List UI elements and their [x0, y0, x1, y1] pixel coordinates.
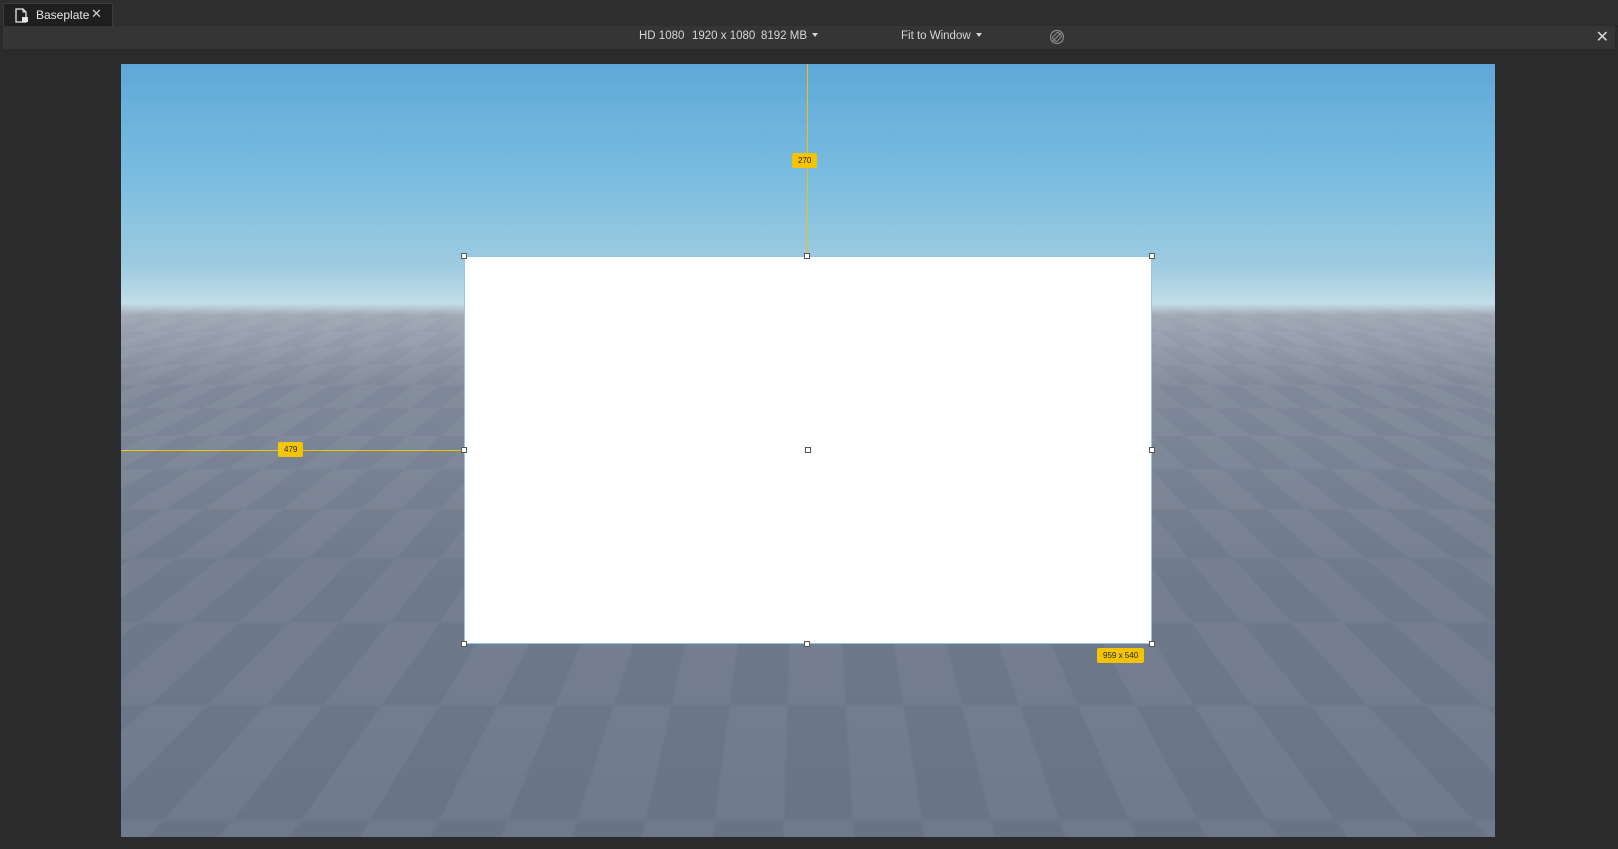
resize-handle-top-right[interactable] — [1149, 253, 1155, 259]
size-badge: 959 x 540 — [1097, 648, 1145, 663]
close-emulator-button[interactable]: ✕ — [1596, 27, 1609, 47]
resize-handle-bottom[interactable] — [804, 641, 810, 647]
left-offset-badge: 479 — [278, 442, 304, 457]
resize-handle-top[interactable] — [804, 253, 810, 259]
device-memory-dropdown[interactable]: 8192 MB — [761, 30, 819, 42]
game-viewport[interactable]: 270 479 959 x 540 — [121, 64, 1495, 837]
tab-label: Baseplate — [36, 8, 90, 22]
resize-handle-left[interactable] — [461, 447, 467, 453]
top-offset-badge: 270 — [792, 153, 818, 168]
resize-handle-bottom-right[interactable] — [1149, 641, 1155, 647]
tab-bar: Baseplate ✕ — [0, 0, 1618, 27]
device-name: HD 1080 — [639, 30, 685, 42]
script-file-icon — [15, 8, 28, 23]
device-resolution: 1920 x 1080 — [692, 30, 756, 42]
device-memory-label: 8192 MB — [761, 30, 808, 42]
anchor-point-handle[interactable] — [805, 447, 811, 453]
fit-mode-label: Fit to Window — [901, 30, 971, 42]
tab-close-button[interactable]: ✕ — [91, 6, 102, 22]
chevron-down-icon — [975, 32, 982, 37]
device-toolbar: HD 1080 1920 x 1080 8192 MB Fit to Windo… — [3, 26, 1615, 49]
fit-mode-dropdown[interactable]: Fit to Window — [901, 30, 982, 42]
resize-handle-right[interactable] — [1149, 447, 1155, 453]
tab-baseplate[interactable]: Baseplate ✕ — [3, 3, 113, 26]
resize-handle-top-left[interactable] — [461, 253, 467, 259]
resize-handle-bottom-left[interactable] — [461, 641, 467, 647]
rotate-device-icon[interactable] — [1049, 29, 1065, 45]
chevron-down-icon — [812, 32, 819, 37]
